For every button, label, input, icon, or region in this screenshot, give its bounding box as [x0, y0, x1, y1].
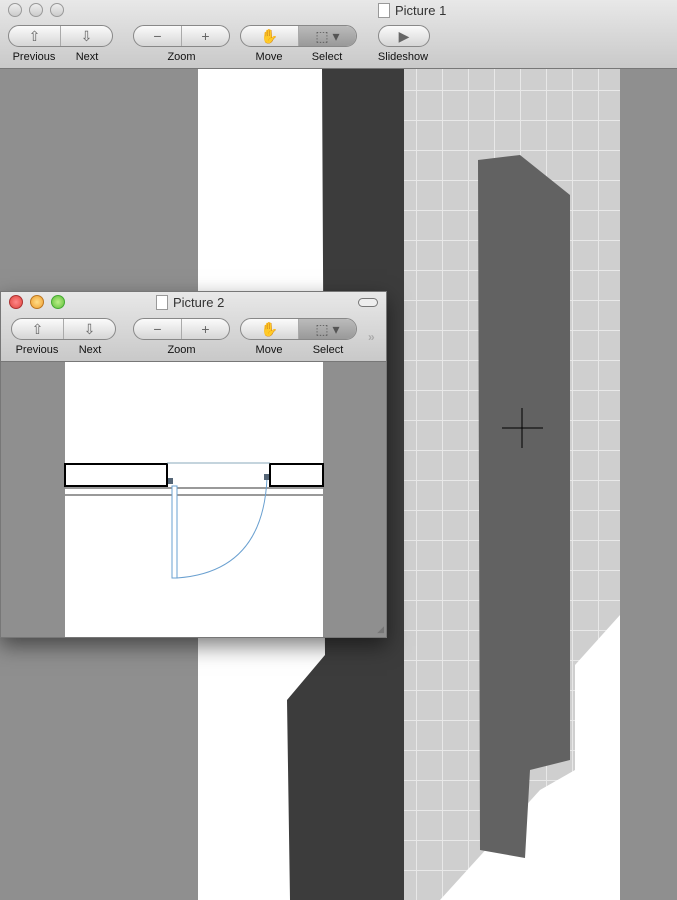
zoom-out-button[interactable]: −	[134, 26, 182, 46]
minimize-button[interactable]	[30, 295, 44, 309]
door-swing-arc	[176, 477, 268, 579]
window-title: Picture 2	[156, 295, 224, 310]
next-button[interactable]: ⇩	[61, 26, 112, 46]
main-toolbar: Picture 1 ⇧ ⇩ Previous Next − + Zoom ✋ ⬚ ▾ …	[0, 0, 677, 69]
zoom-label: Zoom	[167, 51, 196, 63]
title-text: Picture 1	[395, 3, 447, 18]
previous-button[interactable]: ⇧	[12, 319, 64, 339]
prev-next-control: ⇧ ⇩	[8, 25, 113, 47]
zoom-button[interactable]	[51, 295, 65, 309]
wall-right	[269, 463, 324, 487]
move-hand-button[interactable]: ✋	[241, 26, 299, 46]
select-label: Select	[312, 344, 344, 356]
resize-grip-icon[interactable]: ◢	[377, 624, 384, 635]
window-controls	[8, 3, 64, 17]
zoom-label: Zoom	[167, 344, 196, 356]
wall-left	[64, 463, 168, 487]
next-label: Next	[78, 344, 102, 356]
zoom-control: − +	[133, 25, 230, 47]
close-button[interactable]	[9, 295, 23, 309]
move-label: Move	[255, 51, 283, 63]
document-icon	[156, 295, 168, 310]
tool-control: ✋ ⬚ ▾	[240, 318, 357, 340]
minimize-button[interactable]	[29, 3, 43, 17]
close-button[interactable]	[8, 3, 22, 17]
slideshow-icon: ▶	[398, 27, 410, 44]
zoom-control: − +	[133, 318, 230, 340]
zoom-in-button[interactable]: +	[182, 319, 229, 339]
move-hand-button[interactable]: ✋	[241, 319, 299, 339]
slideshow-button[interactable]: ▶	[378, 25, 430, 47]
next-label: Next	[75, 51, 99, 63]
select-label: Select	[311, 51, 343, 63]
picture-2-toolbar: Picture 2 ⇧ ⇩ Previous Next − + Zoom ✋ ⬚ ▾ …	[1, 292, 386, 362]
zoom-out-button[interactable]: −	[134, 319, 182, 339]
document-icon	[378, 3, 390, 18]
window-controls	[9, 295, 65, 309]
move-label: Move	[255, 344, 283, 356]
zoom-button[interactable]	[50, 3, 64, 17]
door	[478, 155, 570, 858]
previous-button[interactable]: ⇧	[9, 26, 61, 46]
previous-label: Previous	[12, 51, 56, 63]
tool-control: ✋ ⬚ ▾	[240, 25, 357, 47]
prev-next-control: ⇧ ⇩	[11, 318, 116, 340]
select-button[interactable]: ⬚ ▾	[299, 26, 356, 46]
overflow-chevron-icon[interactable]: »	[368, 330, 375, 344]
previous-label: Previous	[15, 344, 59, 356]
toolbar-toggle-button[interactable]	[358, 298, 378, 307]
title-text: Picture 2	[173, 295, 225, 310]
window-title: Picture 1	[378, 3, 446, 18]
select-button[interactable]: ⬚ ▾	[299, 319, 356, 339]
floor-plan-image	[1, 362, 386, 637]
picture-2-window: Picture 2 ⇧ ⇩ Previous Next − + Zoom ✋ ⬚ ▾ …	[0, 291, 387, 638]
slideshow-label: Slideshow	[377, 51, 429, 63]
next-button[interactable]: ⇩	[64, 319, 115, 339]
door-leaf	[171, 485, 178, 579]
zoom-in-button[interactable]: +	[182, 26, 229, 46]
